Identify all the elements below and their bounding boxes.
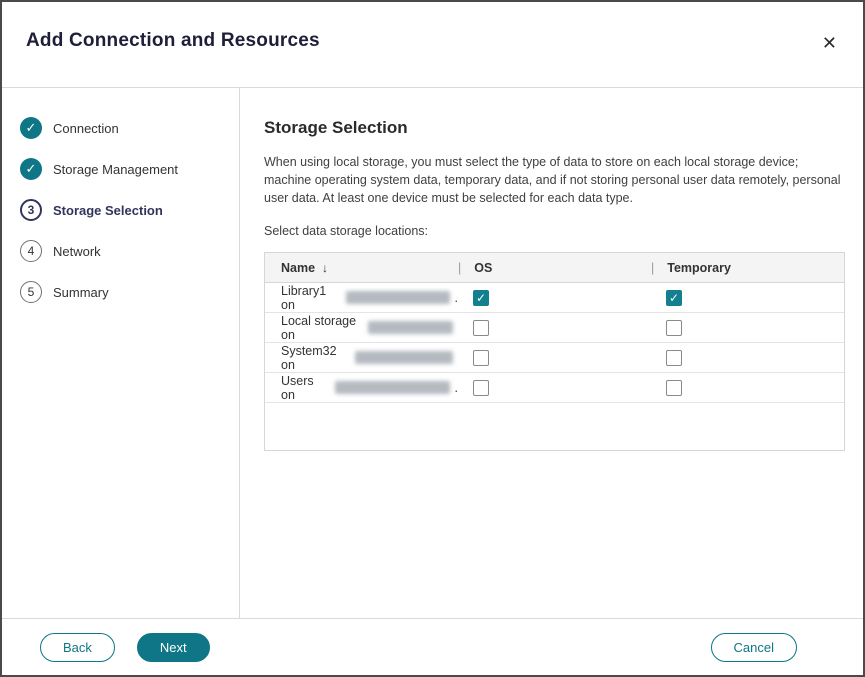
os-checkbox[interactable] (473, 380, 489, 396)
step-network[interactable]: 4 Network (2, 239, 239, 263)
dialog-header: Add Connection and Resources ✕ (2, 2, 863, 88)
temporary-cell (651, 320, 844, 336)
os-checkbox[interactable] (473, 320, 489, 336)
name-column-header[interactable]: Name ↓ (265, 261, 458, 275)
back-button[interactable]: Back (40, 633, 115, 662)
temporary-checkbox[interactable] (666, 380, 682, 396)
page-title: Storage Selection (264, 118, 845, 138)
step-storage-management[interactable]: ✓ Storage Management (2, 157, 239, 181)
os-checkbox[interactable] (473, 290, 489, 306)
table-row: Local storage on (265, 313, 844, 343)
storage-name-cell: Library1 on . (265, 284, 458, 312)
os-cell (458, 350, 651, 366)
step-label: Network (53, 244, 101, 259)
os-header-label: OS (474, 261, 492, 275)
os-cell (458, 320, 651, 336)
os-cell (458, 290, 651, 306)
storage-name-cell: Users on . (265, 374, 458, 402)
os-column-header: | OS (458, 261, 651, 275)
storage-name-cell: System32 on (265, 344, 458, 372)
step-number-badge: 5 (20, 281, 42, 303)
storage-name-text: Local storage on (281, 314, 363, 342)
column-separator: | (651, 261, 654, 275)
redacted-text (368, 321, 453, 334)
table-row: Users on . (265, 373, 844, 403)
temporary-checkbox[interactable] (666, 350, 682, 366)
wizard-steps-sidebar: ✓ Connection ✓ Storage Management 3 Stor… (2, 88, 240, 622)
cancel-button[interactable]: Cancel (711, 633, 797, 662)
temporary-header-label: Temporary (667, 261, 731, 275)
table-row: System32 on (265, 343, 844, 373)
column-separator: | (458, 261, 461, 275)
redacted-text (335, 381, 450, 394)
temporary-cell (651, 290, 844, 306)
temporary-column-header: | Temporary (651, 261, 844, 275)
step-complete-check-icon: ✓ (20, 158, 42, 180)
storage-name-cell: Local storage on (265, 314, 458, 342)
description-text: When using local storage, you must selec… (264, 153, 845, 207)
table-empty-area (265, 403, 844, 450)
content-pane: Storage Selection When using local stora… (240, 88, 865, 622)
step-connection[interactable]: ✓ Connection (2, 116, 239, 140)
sort-down-icon[interactable]: ↓ (322, 261, 328, 275)
step-summary[interactable]: 5 Summary (2, 280, 239, 304)
step-number-badge: 4 (20, 240, 42, 262)
temporary-checkbox[interactable] (666, 290, 682, 306)
add-connection-dialog: { "dialog": { "title": "Add Connection a… (0, 0, 865, 677)
os-checkbox[interactable] (473, 350, 489, 366)
temporary-cell (651, 380, 844, 396)
dialog-footer: Back Next Cancel (2, 618, 863, 675)
table-row: Library1 on . (265, 283, 844, 313)
storage-name-text: Users on (281, 374, 330, 402)
table-header: Name ↓ | OS | Temporary (265, 253, 844, 283)
step-label: Storage Management (53, 162, 178, 177)
os-cell (458, 380, 651, 396)
dialog-body: ✓ Connection ✓ Storage Management 3 Stor… (2, 88, 863, 622)
close-icon[interactable]: ✕ (822, 34, 837, 52)
name-header-label: Name (281, 261, 315, 275)
redacted-text (355, 351, 453, 364)
redacted-text (346, 291, 450, 304)
select-locations-label: Select data storage locations: (264, 224, 845, 238)
storage-locations-table: Name ↓ | OS | Temporary Library1 on . (264, 252, 845, 451)
step-label: Connection (53, 121, 119, 136)
step-label: Summary (53, 285, 109, 300)
step-label: Storage Selection (53, 203, 163, 218)
step-number-badge: 3 (20, 199, 42, 221)
storage-name-text: System32 on (281, 344, 350, 372)
temporary-cell (651, 350, 844, 366)
temporary-checkbox[interactable] (666, 320, 682, 336)
step-storage-selection[interactable]: 3 Storage Selection (2, 198, 239, 222)
next-button[interactable]: Next (137, 633, 210, 662)
step-complete-check-icon: ✓ (20, 117, 42, 139)
storage-name-text: Library1 on (281, 284, 341, 312)
dialog-title: Add Connection and Resources (26, 30, 320, 52)
